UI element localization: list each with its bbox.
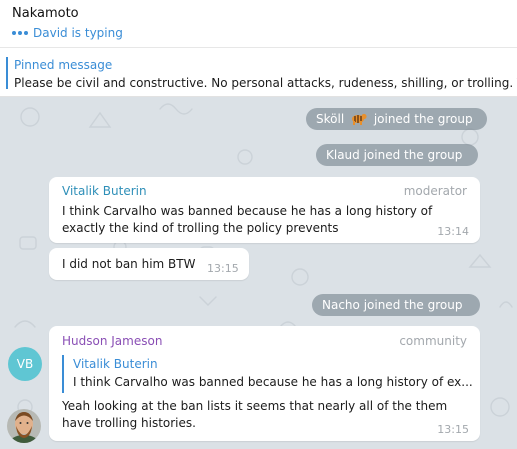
message-text: I did not ban him BTW: [62, 257, 196, 271]
message-bubble-vb[interactable]: I did not ban him BTW 13:15: [49, 248, 249, 280]
avatar-vb[interactable]: VB: [8, 347, 42, 381]
service-message-nacho-joined: Nacho joined the group: [312, 294, 480, 316]
service-user-name: Sköll: [316, 112, 345, 126]
reply-preview-text[interactable]: I think Carvalho was banned because he h…: [73, 373, 473, 391]
typing-dots-icon: [12, 31, 28, 35]
pinned-label: Pinned message: [14, 58, 113, 72]
typing-text: David is typing: [33, 26, 123, 40]
message-list[interactable]: Sköll joined the group Klaud joined the …: [0, 97, 517, 449]
pinned-text: Please be civil and constructive. No per…: [14, 76, 517, 90]
avatar-photo-icon: [7, 409, 41, 443]
reply-accent-bar: [62, 355, 64, 393]
sender-role-badge: moderator: [403, 184, 467, 198]
chat-title[interactable]: Nakamoto: [12, 6, 79, 21]
typing-status: David is typing: [12, 26, 123, 40]
message-time: 13:14: [437, 225, 469, 238]
service-message-klaud-joined: Klaud joined the group: [316, 144, 478, 166]
message-text-line: have trolling histories.: [62, 416, 196, 430]
tiger-emoji-icon: [351, 113, 367, 125]
message-time: 13:15: [437, 423, 469, 436]
service-action-text: joined the group: [373, 112, 473, 126]
message-bubble-hudson[interactable]: Hudson Jameson community Vitalik Buterin…: [49, 326, 480, 441]
sender-name[interactable]: Vitalik Buterin: [62, 184, 147, 198]
message-text-line: I think Carvalho was banned because he h…: [62, 204, 433, 218]
sender-name[interactable]: Hudson Jameson: [62, 334, 162, 348]
avatar-hudson[interactable]: [7, 409, 41, 443]
message-text-line: exactly the kind of trolling the policy …: [62, 221, 339, 235]
message-bubble-vitalik[interactable]: Vitalik Buterin moderator I think Carval…: [49, 177, 480, 243]
reply-sender-name[interactable]: Vitalik Buterin: [73, 357, 158, 371]
service-message-skoll-joined: Sköll joined the group: [306, 108, 487, 130]
chat-header: Nakamoto David is typing: [0, 0, 517, 48]
message-text-line: Yeah looking at the ban lists it seems t…: [62, 399, 448, 413]
message-time: 13:15: [207, 262, 239, 275]
sender-role-badge: community: [399, 334, 467, 348]
pinned-accent-bar: [6, 57, 8, 89]
pinned-message-bar[interactable]: Pinned message Please be civil and const…: [0, 49, 517, 97]
